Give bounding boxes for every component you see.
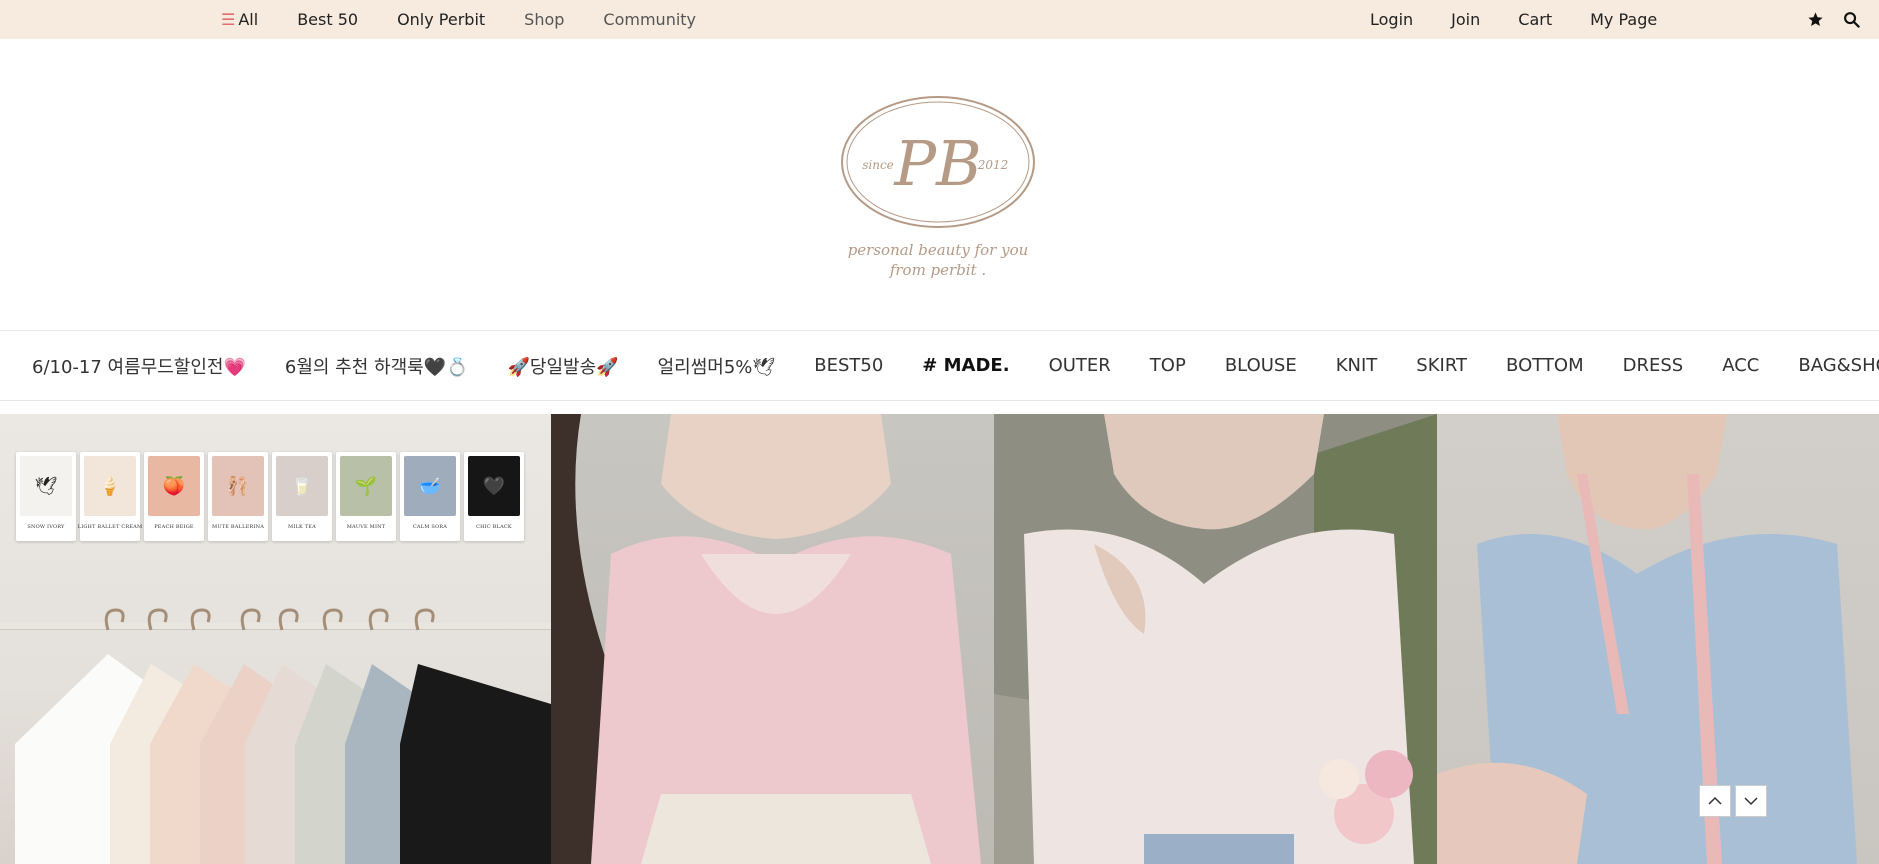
chevron-up-icon: [1708, 796, 1722, 805]
category-summer-sale[interactable]: 6/10-17 여름무드할인전💗: [32, 353, 246, 379]
nav-community[interactable]: Community: [603, 10, 696, 29]
category-same-day-shipping[interactable]: 🚀당일발송🚀: [508, 353, 619, 379]
top-nav-left: ☰ All Best 50 Only Perbit Shop Community: [221, 0, 735, 39]
category-knit[interactable]: KNIT: [1336, 355, 1378, 376]
category-made[interactable]: # MADE.: [922, 355, 1009, 376]
category-outer[interactable]: OUTER: [1049, 355, 1111, 376]
category-best50[interactable]: BEST50: [814, 355, 883, 376]
join-link[interactable]: Join: [1451, 10, 1480, 29]
my-page-link[interactable]: My Page: [1590, 10, 1657, 29]
model-pink-top: [551, 414, 981, 864]
category-skirt[interactable]: SKIRT: [1416, 355, 1467, 376]
logo-year: 2012: [977, 158, 1009, 172]
category-early-summer[interactable]: 얼리썸머5%🕊: [658, 353, 776, 379]
top-utility-bar: ☰ All Best 50 Only Perbit Shop Community …: [0, 0, 1879, 39]
scroll-down-button[interactable]: [1735, 785, 1767, 817]
nav-shop[interactable]: Shop: [524, 10, 564, 29]
category-acc[interactable]: ACC: [1722, 355, 1759, 376]
chevron-down-icon: [1744, 797, 1758, 806]
banner-panel-colors[interactable]: 🕊 SNOW IVORY 🍦 LIGHT BALLET CREAM 🍑 PEAC…: [0, 414, 551, 864]
all-menu-link[interactable]: ☰ All: [221, 10, 258, 29]
search-icon[interactable]: [1841, 10, 1861, 30]
logo-monogram: PB: [893, 127, 981, 200]
category-bottom[interactable]: BOTTOM: [1506, 355, 1584, 376]
banner-panel-pink-top[interactable]: [551, 414, 994, 864]
banner-panel-white-top[interactable]: [994, 414, 1437, 864]
model-blue-top: [1437, 414, 1857, 864]
topbar-icons: [1805, 0, 1861, 39]
logo-tagline-2: from perbit .: [889, 261, 986, 279]
category-dress[interactable]: DRESS: [1623, 355, 1684, 376]
category-top[interactable]: TOP: [1150, 355, 1186, 376]
model-white-top: [994, 414, 1437, 864]
category-blouse[interactable]: BLOUSE: [1225, 355, 1297, 376]
banner-panel-blue-top[interactable]: [1437, 414, 1879, 864]
account-nav: Login Join Cart My Page: [1370, 0, 1695, 39]
hanging-tees-illustration: [15, 608, 551, 864]
scroll-up-button[interactable]: [1699, 785, 1731, 817]
main-banner[interactable]: 🕊 SNOW IVORY 🍦 LIGHT BALLET CREAM 🍑 PEAC…: [0, 414, 1879, 864]
logo-since: since: [862, 158, 894, 172]
cart-link[interactable]: Cart: [1518, 10, 1552, 29]
brand-logo[interactable]: PB since 2012 personal beauty for you fr…: [836, 93, 1040, 283]
category-bag-shoes[interactable]: BAG&SHOES: [1798, 355, 1879, 376]
star-icon[interactable]: [1805, 10, 1825, 30]
login-link[interactable]: Login: [1370, 10, 1413, 29]
category-nav: 6/10-17 여름무드할인전💗 6월의 추천 하객룩🖤💍 🚀당일발송🚀 얼리썸…: [0, 330, 1879, 401]
category-wedding-guest[interactable]: 6월의 추천 하객룩🖤💍: [285, 353, 469, 379]
nav-only-perbit[interactable]: Only Perbit: [397, 10, 485, 29]
nav-best50[interactable]: Best 50: [297, 10, 358, 29]
hamburger-menu-icon: ☰: [221, 10, 236, 29]
logo-tagline-1: personal beauty for you: [848, 241, 1029, 259]
all-menu-label: All: [238, 10, 259, 29]
header-logo-area: PB since 2012 personal beauty for you fr…: [0, 39, 1879, 330]
